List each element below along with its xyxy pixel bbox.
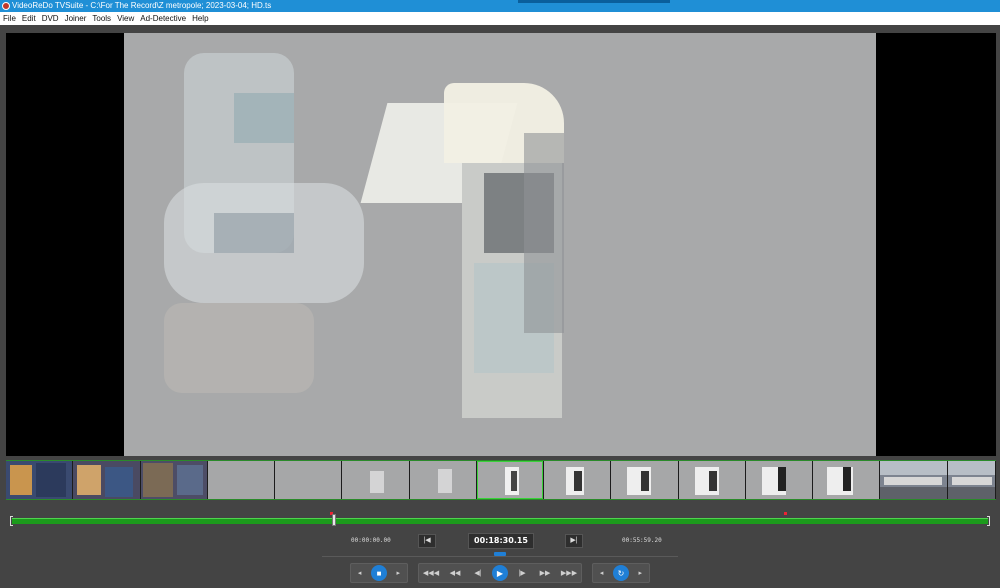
menu-joiner[interactable]: Joiner (62, 12, 90, 25)
thumbnail[interactable] (880, 461, 947, 499)
thumbnail[interactable] (6, 461, 73, 499)
menu-ad-detective[interactable]: Ad-Detective (137, 12, 189, 25)
thumbnail[interactable] (342, 461, 409, 499)
window-title: VideoReDo TVSuite - C:\For The Record\Z … (12, 1, 272, 10)
frame-forward-button[interactable]: |▶ (511, 564, 533, 582)
start-time: 00:00:00.00 (351, 537, 391, 544)
app-icon (2, 2, 10, 10)
prev-small-button[interactable]: ◂ (351, 564, 368, 582)
thumbnail[interactable] (544, 461, 611, 499)
menu-file[interactable]: File (0, 12, 19, 25)
playback-group: ◀◀◀ ◀◀ ◀| ▶ |▶ ▶▶ ▶▶▶ (418, 563, 582, 583)
frame-back-icon: ◀| (474, 570, 482, 577)
thumbnail[interactable] (140, 461, 207, 499)
thumbnail[interactable] (207, 461, 274, 499)
thumbnail[interactable] (813, 461, 880, 499)
rewind-button[interactable]: ◀◀ (443, 564, 467, 582)
titlebar-accent (518, 0, 670, 3)
controls-divider (322, 556, 678, 557)
skip-to-end-icon: ▶| (570, 537, 578, 544)
thumbnail[interactable] (73, 461, 140, 499)
forward-fast-button[interactable]: ▶▶▶ (557, 564, 581, 582)
skip-to-start-icon: |◀ (423, 537, 431, 544)
loop-prev-button[interactable]: ◂ (593, 564, 610, 582)
timeline-marker (784, 512, 787, 515)
rewind-fast-button[interactable]: ◀◀◀ (419, 564, 443, 582)
play-button[interactable]: ▶ (489, 564, 511, 582)
timeline-handle[interactable] (332, 514, 337, 526)
menu-dvd[interactable]: DVD (39, 12, 62, 25)
thumbnail-selected[interactable] (476, 461, 543, 499)
thumbnail[interactable] (678, 461, 745, 499)
title-bar: VideoReDo TVSuite - C:\For The Record\Z … (0, 0, 1000, 12)
timecode-row: 00:00:00.00 |◀ 00:18:30.15 ▶| 00:55:59.2… (0, 533, 1000, 549)
thumbnail-strip (6, 460, 996, 500)
loop-group: ◂ ↻ ▸ (592, 563, 650, 583)
loop-button[interactable]: ↻ (610, 564, 631, 582)
forward-icon: ▶▶ (539, 570, 551, 577)
forward-button[interactable]: ▶▶ (533, 564, 557, 582)
menu-view[interactable]: View (114, 12, 137, 25)
menu-edit[interactable]: Edit (19, 12, 39, 25)
menu-bar: File Edit DVD Joiner Tools View Ad-Detec… (0, 12, 1000, 25)
rewind-fast-icon: ◀◀◀ (422, 570, 440, 577)
rewind-icon: ◀◀ (449, 570, 461, 577)
current-time[interactable]: 00:18:30.15 (468, 533, 534, 549)
menu-tools[interactable]: Tools (89, 12, 114, 25)
loop-icon: ↻ (612, 565, 629, 581)
menu-help[interactable]: Help (189, 12, 211, 25)
video-picture[interactable] (124, 33, 876, 456)
timeline-scrubber[interactable] (10, 512, 990, 526)
timeline-start-bracket (10, 516, 13, 526)
next-small-button[interactable]: ▸ (390, 564, 407, 582)
timeline-bar[interactable] (12, 518, 988, 524)
timeline-end-bracket (987, 516, 990, 526)
end-time: 00:55:59.20 (622, 537, 662, 544)
play-icon: ▶ (492, 565, 508, 581)
thumbnail[interactable] (947, 461, 995, 499)
loop-next-button[interactable]: ▸ (632, 564, 649, 582)
thumbnail[interactable] (745, 461, 812, 499)
go-to-end-button[interactable]: ▶| (565, 534, 583, 548)
frame-forward-icon: |▶ (518, 570, 526, 577)
thumbnail[interactable] (611, 461, 678, 499)
thumbnail[interactable] (275, 461, 342, 499)
stop-button[interactable]: ■ (368, 564, 389, 582)
stop-icon: ■ (370, 565, 387, 581)
go-to-start-button[interactable]: |◀ (418, 534, 436, 548)
forward-fast-icon: ▶▶▶ (560, 570, 578, 577)
thumbnail[interactable] (409, 461, 476, 499)
stop-group: ◂ ■ ▸ (350, 563, 408, 583)
frame-back-button[interactable]: ◀| (467, 564, 489, 582)
